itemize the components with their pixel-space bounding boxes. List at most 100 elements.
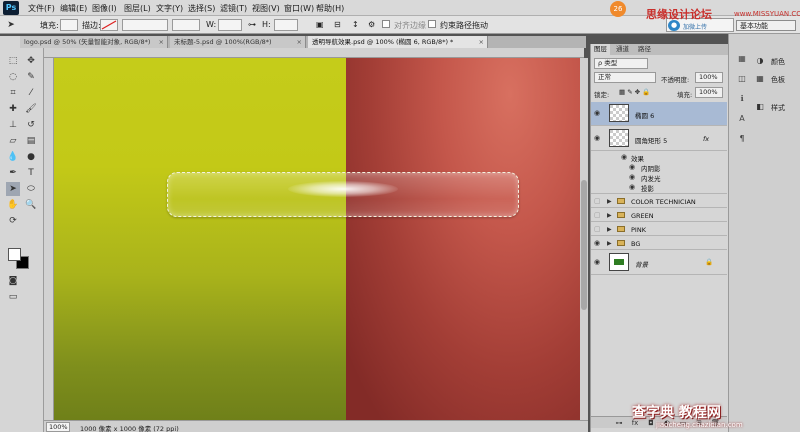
pen-tool-icon[interactable]: ✒ (6, 166, 20, 180)
close-icon[interactable]: × (159, 36, 164, 48)
layer-filter-dropdown[interactable]: ρ 类型 (594, 58, 648, 69)
path-align-icon[interactable]: ⊟ (334, 20, 341, 29)
hand-tool-icon[interactable]: ✋ (6, 198, 20, 212)
menu-edit[interactable]: 编辑(E) (60, 3, 87, 14)
effect-row-inner-glow[interactable]: ◉ 内发光 (591, 172, 727, 183)
eraser-tool-icon[interactable]: ▱ (6, 134, 20, 148)
scrollbar-thumb[interactable] (581, 180, 587, 310)
tab-paths[interactable]: 路径 (635, 44, 654, 55)
eye-icon[interactable]: ▢ (594, 212, 601, 219)
eye-icon[interactable]: ◉ (594, 110, 601, 117)
quick-select-tool-icon[interactable]: ✎ (24, 70, 38, 84)
brush-tool-icon[interactable]: 🖌 (24, 102, 38, 116)
tab-layers[interactable]: 图层 (591, 44, 610, 55)
chevron-right-icon[interactable]: ▶ (607, 212, 612, 219)
character-icon[interactable]: A (737, 114, 747, 124)
workspace-dropdown[interactable]: 基本功能 (736, 20, 796, 31)
height-field[interactable] (274, 19, 298, 31)
layer-name[interactable]: 背景 (635, 259, 648, 269)
link-layers-icon[interactable]: ⊶ (615, 419, 623, 427)
ruler-horizontal[interactable] (44, 48, 584, 58)
move-tool-icon[interactable]: ✥ (24, 54, 38, 68)
layer-name[interactable]: PINK (631, 226, 646, 234)
tab-channels[interactable]: 通道 (613, 44, 632, 55)
foreground-color-swatch[interactable] (8, 248, 21, 261)
layer-group-color-technician[interactable]: ▢ ▶ COLOR TECHNICIAN (591, 195, 727, 208)
layer-name[interactable]: BG (631, 240, 640, 248)
layer-name[interactable]: COLOR TECHNICIAN (631, 198, 696, 206)
dock-swatches[interactable]: ▦ 色板 (755, 74, 800, 86)
chevron-right-icon[interactable]: ▶ (607, 240, 612, 247)
marquee-tool-icon[interactable]: ⬚ (6, 54, 20, 68)
menu-layer[interactable]: 图层(L) (124, 3, 151, 14)
layer-group-pink[interactable]: ▢ ▶ PINK (591, 223, 727, 236)
eyedropper-tool-icon[interactable]: ⁄ (24, 86, 38, 100)
eye-icon[interactable]: ▢ (594, 226, 601, 233)
document-canvas[interactable] (54, 58, 580, 420)
healing-brush-icon[interactable]: ✚ (6, 102, 20, 116)
path-ops-icon[interactable]: ▣ (316, 20, 324, 29)
ellipse-tool-icon[interactable]: ⬭ (24, 182, 38, 196)
zoom-level-field[interactable]: 100% (46, 422, 70, 432)
rotate-view-icon[interactable]: ⟳ (6, 214, 20, 228)
eye-icon[interactable]: ◉ (594, 240, 601, 247)
dodge-tool-icon[interactable]: ● (24, 150, 38, 164)
gradient-tool-icon[interactable]: ▤ (24, 134, 38, 148)
quick-mask-icon[interactable]: ◙ (6, 274, 20, 288)
close-icon[interactable]: × (297, 36, 302, 48)
link-icon[interactable]: ⊶ (248, 20, 256, 29)
layer-name[interactable]: GREEN (631, 212, 654, 220)
doc-tab-logo[interactable]: logo.psd @ 50% (矢量智能对象, RGB/8*) × (20, 36, 168, 48)
path-select-tool-icon[interactable]: ➤ (4, 18, 18, 32)
menu-view[interactable]: 视图(V) (252, 3, 280, 14)
info-icon[interactable]: ℹ (737, 94, 747, 104)
blend-mode-dropdown[interactable]: 正常 (594, 72, 656, 83)
constrain-path-checkbox[interactable] (428, 20, 436, 28)
lasso-tool-icon[interactable]: ◌ (6, 70, 20, 84)
stroke-type-dropdown[interactable] (172, 19, 200, 31)
layer-name[interactable]: 圆角矩形 5 (635, 135, 667, 145)
eye-icon[interactable]: ▢ (594, 198, 601, 205)
screen-mode-icon[interactable]: ▭ (6, 290, 20, 304)
properties-icon[interactable]: ◫ (737, 74, 747, 84)
chevron-right-icon[interactable]: ▶ (607, 226, 612, 233)
history-icon[interactable]: ▦ (737, 54, 747, 64)
menu-type[interactable]: 文字(Y) (156, 3, 183, 14)
fx-icon[interactable]: fx (703, 135, 709, 143)
doc-tab-untitled[interactable]: 未标题-5.psd @ 100%(RGB/8*) × (170, 36, 306, 48)
fill-field[interactable]: 100% (695, 87, 723, 98)
menu-image[interactable]: 图像(I) (92, 3, 117, 14)
eye-icon[interactable]: ◉ (621, 154, 628, 161)
type-tool-icon[interactable]: T (24, 166, 38, 180)
width-field[interactable] (218, 19, 242, 31)
gear-icon[interactable]: ⚙ (368, 20, 375, 29)
eye-icon[interactable]: ◉ (594, 259, 601, 266)
layer-name[interactable]: 椭圆 6 (635, 110, 654, 120)
close-icon[interactable]: × (479, 36, 484, 48)
align-edges-checkbox[interactable] (382, 20, 390, 28)
stroke-swatch[interactable] (100, 19, 118, 31)
document-info[interactable]: 1000 像素 x 1000 像素 (72 ppi) (80, 423, 179, 432)
layer-row-ellipse-6[interactable]: ◉ 椭圆 6 (591, 102, 727, 126)
crop-tool-icon[interactable]: ⌗ (6, 86, 20, 100)
path-arrange-icon[interactable]: ↕ (352, 20, 359, 29)
lock-icons[interactable]: ▦ ✎ ✥ 🔒 (619, 88, 650, 96)
eye-icon[interactable]: ◉ (629, 164, 636, 171)
eye-icon[interactable]: ◉ (594, 135, 601, 142)
blur-tool-icon[interactable]: 💧 (6, 150, 20, 164)
canvas-vertical-scrollbar[interactable] (580, 58, 588, 420)
effect-row-drop-shadow[interactable]: ◉ 投影 (591, 182, 727, 194)
chevron-right-icon[interactable]: ▶ (607, 198, 612, 205)
clone-stamp-icon[interactable]: ⊥ (6, 118, 20, 132)
effects-row[interactable]: ◉ 效果 (591, 152, 727, 163)
eye-icon[interactable]: ◉ (629, 174, 636, 181)
history-brush-icon[interactable]: ↺ (24, 118, 38, 132)
menu-file[interactable]: 文件(F) (28, 3, 55, 14)
effect-row-inner-shadow[interactable]: ◉ 内阴影 (591, 162, 727, 173)
ruler-vertical[interactable] (44, 58, 54, 420)
menu-help[interactable]: 帮助(H) (316, 3, 344, 14)
menu-select[interactable]: 选择(S) (188, 3, 215, 14)
layer-row-rounded-rect-5[interactable]: ◉ 圆角矩形 5 fx (591, 127, 727, 151)
opacity-field[interactable]: 100% (695, 72, 723, 83)
menu-window[interactable]: 窗口(W) (284, 3, 314, 14)
